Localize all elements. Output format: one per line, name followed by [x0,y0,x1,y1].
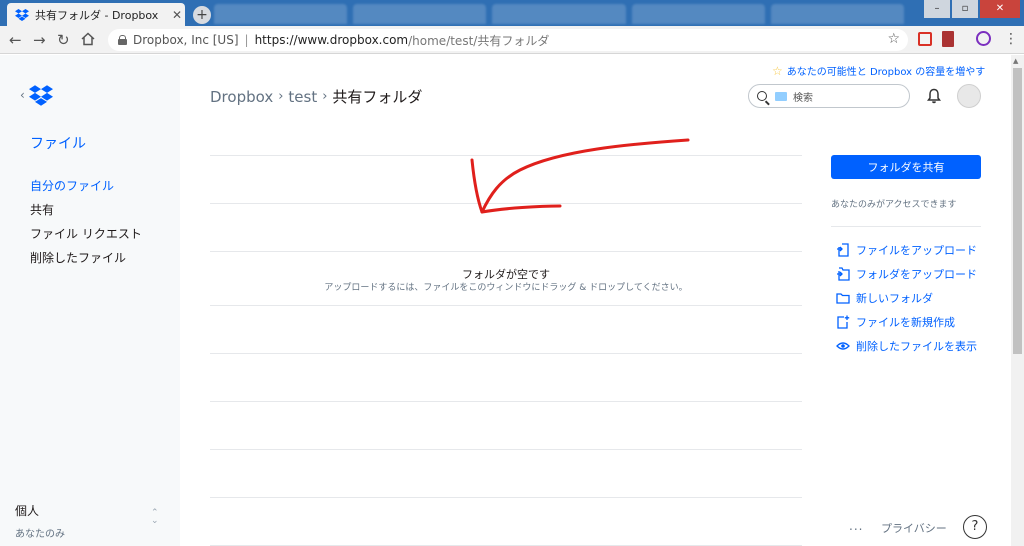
upload-folder-action[interactable]: フォルダをアップロード [836,262,977,286]
sidebar-item-shared[interactable]: 共有 [30,203,142,227]
upsell-text: あなたの可能性と Dropbox の容量を増やす [786,67,986,78]
action-list: ファイルをアップロード フォルダをアップロード 新しいフォルダ ファイルを新規作… [836,238,977,358]
profile-icon[interactable] [976,31,991,46]
page-title: 共有フォルダ [332,88,423,106]
share-folder-button[interactable]: フォルダを共有 [831,155,981,179]
breadcrumb-separator: › [278,89,284,104]
extension-icon[interactable] [918,32,932,46]
forward-arrow-icon[interactable]: → [33,32,46,48]
new-file-icon [837,315,850,329]
upload-file-icon [837,243,849,257]
menu-kebab-icon[interactable]: ⋮ [1004,31,1018,47]
access-info: あなたのみがアクセスできます [831,200,957,210]
show-deleted-action[interactable]: 削除したファイルを表示 [836,334,977,358]
background-tab[interactable] [353,4,487,24]
new-file-action[interactable]: ファイルを新規作成 [836,310,977,334]
tab-title: 共有フォルダ - Dropbox [35,8,159,22]
lock-icon [118,35,127,45]
list-divider [210,251,802,252]
address-bar[interactable]: Dropbox, Inc [US] | https://www.dropbox.… [108,29,908,51]
upload-folder-icon [837,267,850,281]
site-identity: Dropbox, Inc [US] [133,33,239,47]
back-arrow-icon[interactable]: ← [9,32,22,48]
close-window-button[interactable]: ✕ [980,0,1020,18]
upsell-link[interactable]: ☆ あなたの可能性と Dropbox の容量を増やす [772,63,986,79]
folder-scope-icon [775,91,787,101]
background-tab[interactable] [492,4,626,24]
privacy-link[interactable]: プライバシー [881,520,947,536]
search-input[interactable]: 検索 [748,84,910,108]
browser-toolbar: ← → ↻ Dropbox, Inc [US] | https://www.dr… [0,26,1024,54]
list-divider [210,353,802,354]
panel-divider [831,226,981,227]
list-divider [210,497,802,498]
dropbox-favicon-icon [15,8,29,21]
upload-folder-label: フォルダをアップロード [856,268,977,281]
list-divider [210,449,802,450]
sidebar-nav: 自分のファイル 共有 ファイル リクエスト 削除したファイル [30,179,142,275]
folder-icon [836,293,850,304]
avatar[interactable] [957,84,981,108]
more-options-button[interactable]: ... [849,519,863,533]
account-subtitle: あなたのみ [15,529,65,540]
sidebar-item-deleted-files[interactable]: 削除したファイル [30,251,142,275]
upload-file-label: ファイルをアップロード [856,244,977,257]
collapse-chevron-icon[interactable]: ‹ [20,88,25,102]
star-icon: ☆ [772,63,783,78]
scroll-up-icon[interactable]: ▲ [1013,57,1018,65]
show-deleted-label: 削除したファイルを表示 [856,340,977,353]
breadcrumb-item-test[interactable]: test [288,88,317,106]
reload-icon[interactable]: ↻ [57,32,70,48]
list-divider [210,305,802,306]
breadcrumb-separator: › [322,89,328,104]
new-folder-action[interactable]: 新しいフォルダ [836,286,977,310]
browser-tab-active[interactable]: 共有フォルダ - Dropbox ✕ [7,3,185,26]
empty-folder-hint: アップロードするには、ファイルをこのウィンドウにドラッグ & ドロップしてくださ… [324,283,688,293]
background-tab[interactable] [631,4,765,24]
tab-close-icon[interactable]: ✕ [169,8,185,22]
background-tab[interactable] [214,4,348,24]
maximize-button[interactable]: ▫ [952,0,978,18]
account-name: 個人 [15,504,40,518]
background-tabs [214,4,905,24]
eye-icon [836,342,850,350]
minimize-button[interactable]: – [924,0,950,18]
browser-titlebar: 共有フォルダ - Dropbox ✕ + – ▫ ✕ [0,0,1024,26]
url-base: https://www.dropbox.com [254,33,409,47]
help-button[interactable]: ? [963,515,987,539]
annotation-arrow-icon [470,138,690,214]
sidebar-heading-files[interactable]: ファイル [30,133,86,153]
sidebar-item-my-files[interactable]: 自分のファイル [30,179,142,203]
sidebar-item-file-requests[interactable]: ファイル リクエスト [30,227,142,251]
account-switcher[interactable]: 個人 あなたのみ [15,502,65,540]
bookmark-star-icon[interactable]: ☆ [887,31,900,47]
home-icon[interactable] [81,32,95,46]
sidebar: ‹ ファイル 自分のファイル 共有 ファイル リクエスト 削除したファイル 個人… [0,55,180,546]
new-tab-button[interactable]: + [193,6,211,24]
new-file-label: ファイルを新規作成 [856,316,955,329]
breadcrumb: Dropbox › test › 共有フォルダ [210,86,422,107]
bell-icon[interactable] [926,88,942,104]
url-separator: | [244,33,249,47]
window-controls: – ▫ ✕ [922,0,1020,18]
pdf-extension-icon[interactable] [942,31,954,47]
new-folder-label: 新しいフォルダ [856,292,933,305]
background-tab[interactable] [770,4,905,24]
scrollbar-thumb[interactable] [1013,68,1022,354]
account-toggle-icon[interactable]: ⌃ ⌄ [151,509,159,526]
upload-file-action[interactable]: ファイルをアップロード [836,238,977,262]
url-path: /home/test/共有フォルダ [408,33,550,48]
dropbox-logo-icon[interactable] [29,85,53,106]
breadcrumb-item-dropbox[interactable]: Dropbox [210,88,273,106]
search-placeholder: 検索 [793,92,813,104]
search-icon [757,91,767,101]
list-divider [210,401,802,402]
